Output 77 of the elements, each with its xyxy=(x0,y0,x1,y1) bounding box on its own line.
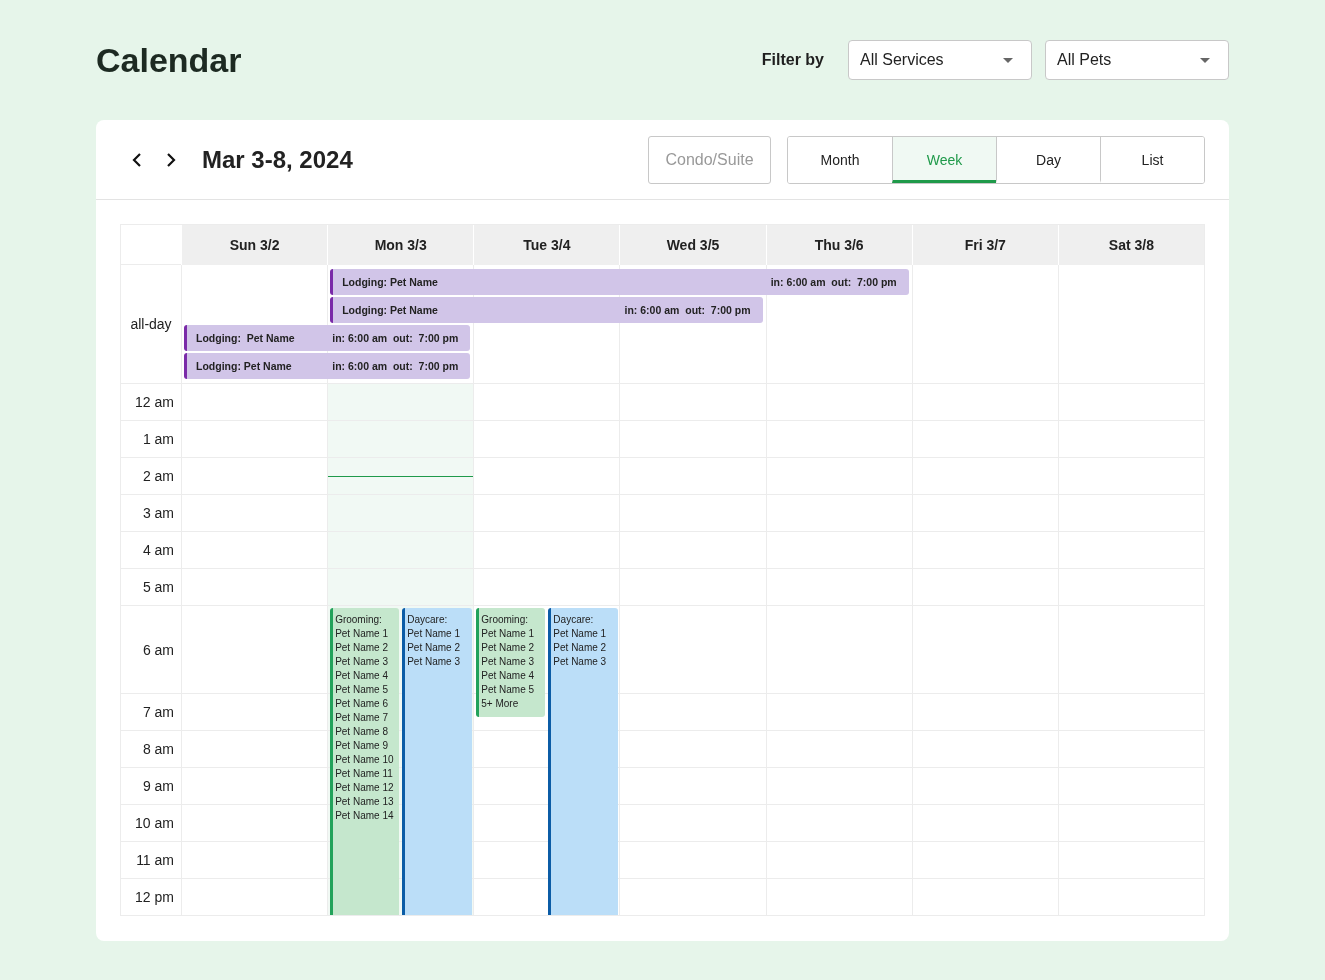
hour-label: 12 pm xyxy=(135,889,174,905)
hour-label: 2 am xyxy=(142,468,174,484)
caret-icon xyxy=(1200,57,1210,63)
day-header: Wed 3/5 xyxy=(619,225,766,265)
hour-label: 3 am xyxy=(142,505,174,521)
event-title: Lodging: Pet Name xyxy=(196,332,295,344)
pet-name: Pet Name 3 xyxy=(553,655,608,669)
event-title: Daycare: xyxy=(553,613,595,627)
pet-name: Pet Name 2 xyxy=(553,641,608,655)
pet-name: Pet Name 7 xyxy=(335,711,389,725)
pet-name: Pet Name 2 xyxy=(407,641,461,655)
pet-name: Pet Name 1 xyxy=(481,627,536,641)
pet-name: Pet Name 5 xyxy=(481,683,536,697)
event-title: Daycare: xyxy=(407,613,449,627)
pet-name: Pet Name 14 xyxy=(335,809,395,823)
view-tab[interactable]: List xyxy=(1100,136,1204,183)
grooming-event[interactable]: Grooming: Pet Name 1 Pet Name 2 Pet Name 3 Pet Name 4 Pet Name 5 5+ More xyxy=(476,608,546,717)
event-times: in: 6:00 am out: 7:00 pm xyxy=(624,304,751,316)
lodging-event[interactable]: Lodging: Pet Name in: 6:00 am out: 7:00 pm xyxy=(184,353,471,379)
event-title: Lodging: Pet Name xyxy=(342,304,438,316)
day-header: Sat 3/8 xyxy=(1057,225,1204,265)
hour-label: 9 am xyxy=(142,778,174,794)
event-times: in: 6:00 am out: 7:00 pm xyxy=(332,360,459,372)
pet-name: Pet Name 9 xyxy=(335,739,389,753)
pet-name: Pet Name 13 xyxy=(335,795,395,809)
hour-label: 7 am xyxy=(142,704,174,720)
pet-name: Pet Name 5 xyxy=(335,683,389,697)
pet-name: Pet Name 1 xyxy=(553,627,608,641)
caret-icon xyxy=(1003,57,1013,63)
filter-label: Filter by xyxy=(761,51,824,69)
pet-name: Pet Name 1 xyxy=(407,627,461,641)
pet-name: Pet Name 1 xyxy=(335,627,389,641)
filter-dropdown[interactable]: All Pets xyxy=(1045,40,1229,80)
pet-name: Pet Name 3 xyxy=(481,655,536,669)
lodging-event[interactable]: Lodging: Pet Name in: 6:00 am out: 7:00 pm xyxy=(184,325,471,351)
more-link[interactable]: 5+ More xyxy=(481,697,543,711)
date-range: Mar 3-8, 2024 xyxy=(202,145,353,174)
event-times: in: 6:00 am out: 7:00 pm xyxy=(770,276,897,288)
hour-label: 5 am xyxy=(142,579,174,595)
lodging-event[interactable]: Lodging: Pet Name in: 6:00 am out: 7:00 pm xyxy=(330,297,763,323)
day-header: Mon 3/3 xyxy=(327,225,474,265)
pet-name: Pet Name 2 xyxy=(335,641,389,655)
grooming-event[interactable]: Grooming: Pet Name 1 Pet Name 2 Pet Name 3 Pet Name 4 Pet Name 5 Pet Name 6 Pet Name 7 Pet Name 8 Pet Name 9 Pet Name 10 Pet Name 11 Pet Name 12 Pet Name 13 Pet Name 14 xyxy=(330,608,400,915)
pet-name: Pet Name 3 xyxy=(335,655,389,669)
chevron-left-icon xyxy=(130,151,144,168)
event-title: Grooming: xyxy=(481,613,529,627)
hour-label: 8 am xyxy=(142,741,174,757)
lodging-event[interactable]: Lodging: Pet Name in: 6:00 am out: 7:00 pm xyxy=(330,269,909,295)
filter-dropdown[interactable]: All Services xyxy=(848,40,1032,80)
page-title: Calendar xyxy=(96,40,242,80)
event-title: Lodging: Pet Name xyxy=(342,276,438,288)
event-title: Lodging: Pet Name xyxy=(196,360,292,372)
day-header: Fri 3/7 xyxy=(911,225,1058,265)
day-header: Sun 3/2 xyxy=(181,225,328,265)
pet-name: Pet Name 4 xyxy=(335,669,389,683)
hour-label: 4 am xyxy=(142,542,174,558)
day-header: Tue 3/4 xyxy=(473,225,620,265)
event-times: in: 6:00 am out: 7:00 pm xyxy=(332,332,459,344)
hour-label: 6 am xyxy=(142,641,174,658)
hour-label: 10 am xyxy=(135,815,174,831)
pet-name: Pet Name 12 xyxy=(335,781,395,795)
pet-name: Pet Name 8 xyxy=(335,725,389,739)
daycare-event[interactable]: Daycare: Pet Name 1 Pet Name 2 Pet Name 3 xyxy=(402,608,473,915)
daycare-event[interactable]: Daycare: Pet Name 1 Pet Name 2 Pet Name 3 xyxy=(548,608,619,915)
hour-label: 11 am xyxy=(136,852,174,868)
pet-name: Pet Name 4 xyxy=(481,669,536,683)
pet-name: Pet Name 3 xyxy=(407,655,461,669)
pet-name: Pet Name 6 xyxy=(335,697,389,711)
pet-name: Pet Name 11 xyxy=(335,767,394,781)
hour-label: 12 am xyxy=(135,394,174,410)
pet-name: Pet Name 2 xyxy=(481,641,536,655)
event-title: Grooming: xyxy=(335,613,383,627)
hour-label: 1 am xyxy=(142,431,174,447)
pet-name: Pet Name 10 xyxy=(335,753,395,767)
all-day-label: all-day xyxy=(130,316,172,332)
chevron-right-icon xyxy=(164,151,178,168)
day-header: Thu 3/6 xyxy=(765,225,912,265)
